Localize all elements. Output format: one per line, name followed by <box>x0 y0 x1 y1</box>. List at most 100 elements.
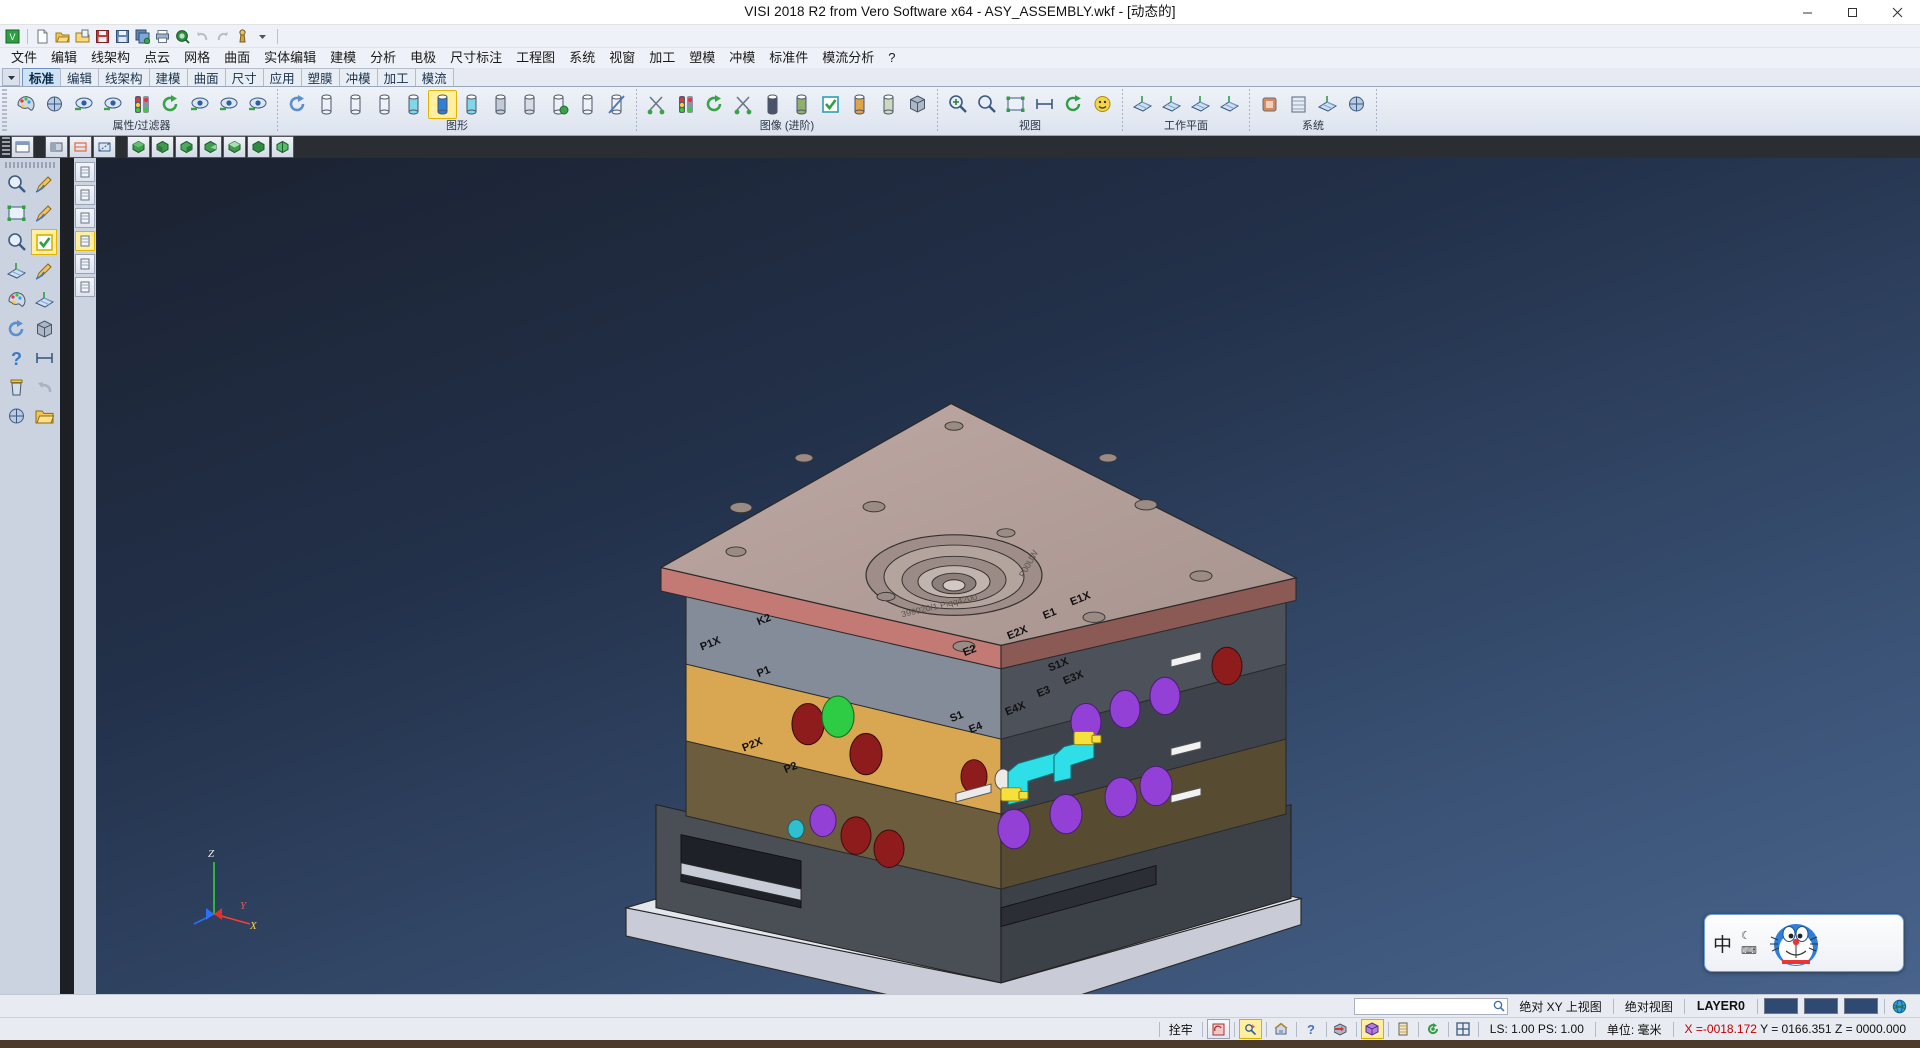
close-button[interactable] <box>1875 0 1920 24</box>
ribbon-tab-8[interactable]: 冲模 <box>339 68 378 86</box>
wp-rotate-icon[interactable] <box>1157 90 1186 119</box>
absolute-view-label[interactable]: 绝对视图 <box>1617 998 1681 1015</box>
fit-frame-icon[interactable] <box>1001 90 1030 119</box>
maximize-button[interactable] <box>1830 0 1875 24</box>
hide-minus-icon[interactable] <box>98 90 127 119</box>
settings-icon[interactable] <box>233 27 252 46</box>
color-palette-icon[interactable] <box>11 90 40 119</box>
refresh-green-icon[interactable] <box>156 90 185 119</box>
menu-item-12[interactable]: 系统 <box>562 48 602 68</box>
help-icon[interactable]: ? <box>3 345 29 371</box>
edit-curve-icon[interactable] <box>31 258 57 284</box>
cyl-dark-icon[interactable] <box>758 90 787 119</box>
menu-item-3[interactable]: 点云 <box>137 48 177 68</box>
redo-icon[interactable] <box>213 27 232 46</box>
refresh-green-icon[interactable] <box>700 90 729 119</box>
ime-mode-label[interactable]: 中 <box>1713 930 1732 957</box>
menu-item-14[interactable]: 加工 <box>642 48 682 68</box>
viewport-canvas[interactable]: 399020/1 Piqq4200 P00UW <box>96 158 1920 994</box>
panel-3-icon[interactable] <box>75 208 95 228</box>
iso-view-1-icon[interactable] <box>127 136 150 158</box>
sys-grid-icon[interactable] <box>1313 90 1342 119</box>
ribbon-tab-9[interactable]: 加工 <box>377 68 416 86</box>
cyl-outline-2-icon[interactable] <box>341 90 370 119</box>
save-all-icon[interactable] <box>133 27 152 46</box>
ime-language-bar[interactable]: 中 ☾ ⌨ <box>1704 914 1904 972</box>
cyl-tall-icon[interactable] <box>787 90 816 119</box>
wp-list-icon[interactable] <box>1215 90 1244 119</box>
sys-config-icon[interactable] <box>1255 90 1284 119</box>
sys-render-icon[interactable] <box>1342 90 1371 119</box>
measure-icon[interactable] <box>1030 90 1059 119</box>
snap-grid-icon[interactable] <box>1453 1020 1474 1038</box>
snap-house-icon[interactable] <box>1271 1020 1292 1038</box>
color-swatch-1[interactable] <box>1764 998 1798 1014</box>
zoom-window-icon[interactable] <box>972 90 1001 119</box>
grid-plane-icon[interactable] <box>31 287 57 313</box>
ribbon-tab-10[interactable]: 模流 <box>415 68 454 86</box>
iso-view-3-icon[interactable] <box>175 136 198 158</box>
workplane-icon[interactable] <box>3 258 29 284</box>
new-file-icon[interactable] <box>33 27 52 46</box>
zoom-tool-icon[interactable] <box>3 171 29 197</box>
snap-loop-icon[interactable] <box>1207 1019 1230 1039</box>
dynamic-view-icon[interactable] <box>11 136 34 158</box>
print-icon[interactable] <box>153 27 172 46</box>
ribbon-tab-6[interactable]: 应用 <box>263 68 302 86</box>
snap-help-icon[interactable]: ? <box>1301 1020 1322 1038</box>
left-toolbar-grip[interactable] <box>5 162 55 168</box>
shade-solid-icon[interactable] <box>903 90 932 119</box>
mold-assembly-model[interactable]: 399020/1 Piqq4200 P00UW <box>96 158 1920 994</box>
solid-cube-icon[interactable] <box>31 316 57 342</box>
menu-item-8[interactable]: 分析 <box>363 48 403 68</box>
panel-4-selected-icon[interactable] <box>75 231 95 251</box>
menu-item-2[interactable]: 线架构 <box>84 48 137 68</box>
ime-keyboard-icon[interactable]: ⌨ <box>1741 944 1757 957</box>
swap-visibility-icon[interactable] <box>185 90 214 119</box>
layer-color-icon[interactable] <box>3 287 29 313</box>
cyl-outline-1-icon[interactable] <box>312 90 341 119</box>
scissors-icon[interactable] <box>642 90 671 119</box>
iso-view-4-icon[interactable] <box>199 136 222 158</box>
panel-5-icon[interactable] <box>75 254 95 274</box>
snap-point-icon[interactable] <box>1331 1020 1352 1038</box>
menu-item-16[interactable]: 冲模 <box>722 48 762 68</box>
zoom-plus-icon[interactable] <box>943 90 972 119</box>
iso-view-2-icon[interactable] <box>151 136 174 158</box>
snap-magnet-icon[interactable] <box>1239 1019 1262 1039</box>
iso-view-6-icon[interactable] <box>247 136 270 158</box>
cyl-stripe-icon[interactable] <box>874 90 903 119</box>
hidden-line-view-icon[interactable] <box>93 136 116 158</box>
traffic-light-icon[interactable] <box>127 90 156 119</box>
menu-item-10[interactable]: 尺寸标注 <box>443 48 509 68</box>
menu-item-5[interactable]: 曲面 <box>217 48 257 68</box>
reload-icon[interactable] <box>283 90 312 119</box>
iso-view-5-icon[interactable] <box>223 136 246 158</box>
cyl-cyan-icon[interactable] <box>399 90 428 119</box>
render-icon[interactable] <box>40 90 69 119</box>
iso-view-7-icon[interactable] <box>271 136 294 158</box>
undo-icon[interactable] <box>31 374 57 400</box>
remove-visible-icon[interactable] <box>243 90 272 119</box>
draw-curve-icon[interactable] <box>31 200 57 226</box>
snap-cube-icon[interactable] <box>1361 1019 1384 1039</box>
ribbon-tab-0[interactable]: 标准 <box>22 68 61 86</box>
tabstrip-dropdown-icon[interactable] <box>2 68 20 86</box>
cyl-gray-icon[interactable] <box>486 90 515 119</box>
traffic-light-icon[interactable] <box>671 90 700 119</box>
menu-item-13[interactable]: 视窗 <box>602 48 642 68</box>
wp-define-icon[interactable] <box>1128 90 1157 119</box>
menu-item-19[interactable]: ? <box>881 48 902 68</box>
check-teal-icon[interactable] <box>816 90 845 119</box>
panel-6-icon[interactable] <box>75 277 95 297</box>
wp-origin-icon[interactable] <box>1186 90 1215 119</box>
overflow-chevron-icon[interactable] <box>253 27 272 46</box>
menu-item-0[interactable]: 文件 <box>4 48 44 68</box>
sys-layer-icon[interactable] <box>1284 90 1313 119</box>
zoom-in-icon[interactable] <box>3 229 29 255</box>
menu-item-18[interactable]: 模流分析 <box>815 48 881 68</box>
cyl-cut-icon[interactable] <box>602 90 631 119</box>
menu-item-7[interactable]: 建模 <box>323 48 363 68</box>
search-input[interactable] <box>1354 998 1508 1015</box>
wireframe-view-icon[interactable] <box>69 136 92 158</box>
